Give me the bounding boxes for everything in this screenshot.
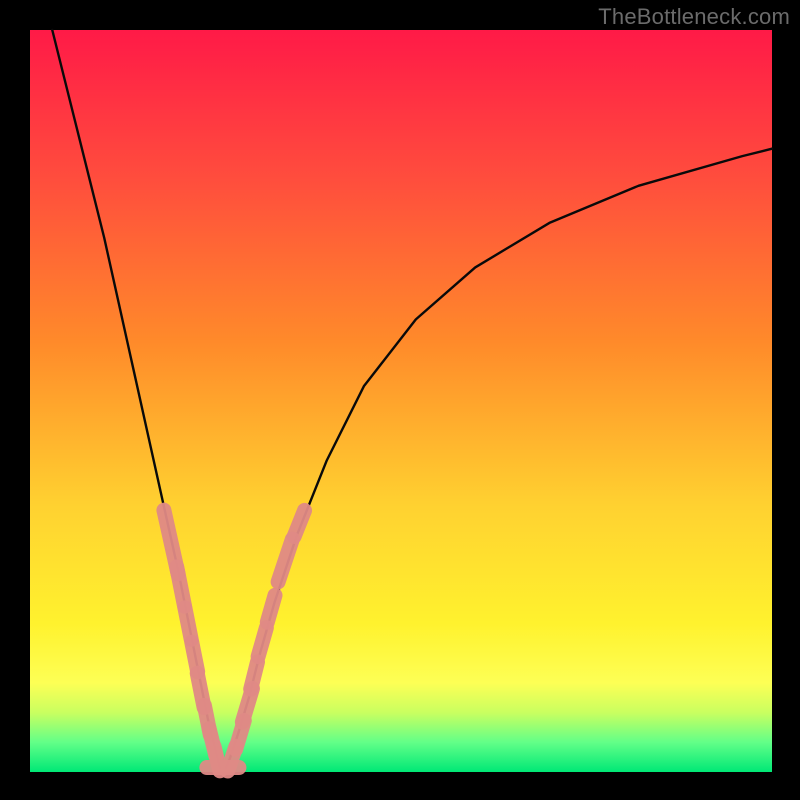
- curve-marker: [185, 608, 191, 639]
- curve-marker: [258, 628, 266, 657]
- curve-marker: [267, 595, 275, 622]
- curve-marker: [251, 662, 258, 689]
- curve-marker: [294, 510, 304, 536]
- curve-marker: [278, 539, 292, 582]
- chart-frame: TheBottleneck.com: [0, 0, 800, 800]
- curve-marker: [177, 567, 185, 606]
- curve-layer: [0, 0, 800, 800]
- curve-right-branch: [226, 149, 772, 769]
